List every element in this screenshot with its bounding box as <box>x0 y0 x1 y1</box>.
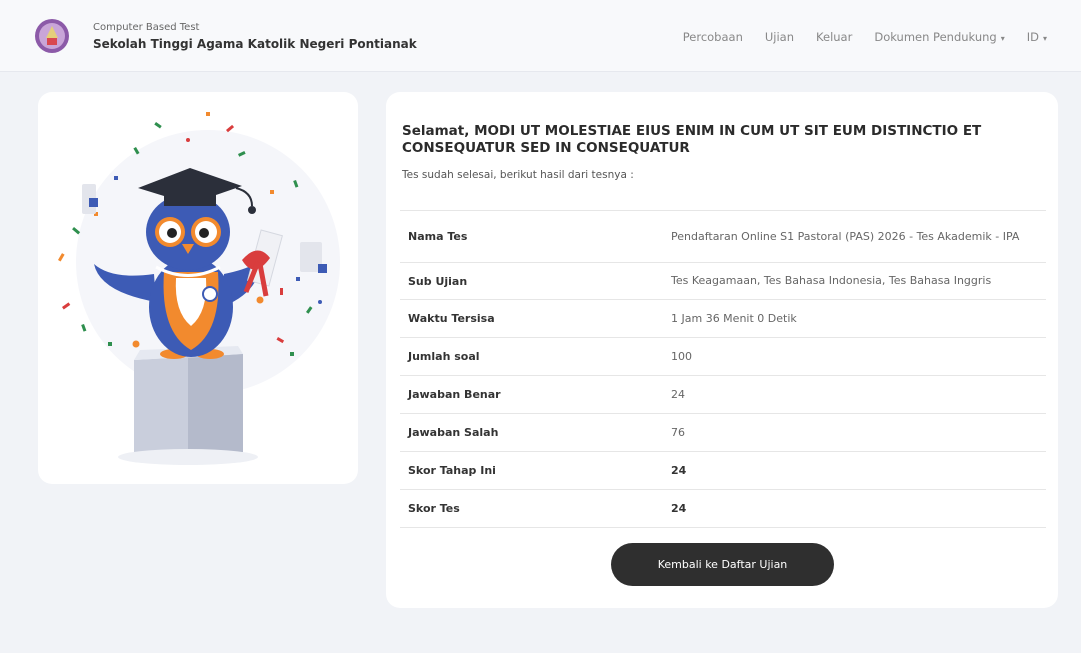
nav-item-language[interactable]: ID ▾ <box>1027 30 1047 44</box>
row-value: Pendaftaran Online S1 Pastoral (PAS) 202… <box>663 210 1046 263</box>
chevron-down-icon: ▾ <box>1042 34 1047 43</box>
nav-item-language-label: ID <box>1026 30 1039 44</box>
row-value: 24 <box>663 375 1046 414</box>
back-to-exam-list-button[interactable]: Kembali ke Daftar Ujian <box>611 543 834 586</box>
table-row: Jawaban Salah 76 <box>400 413 1046 452</box>
row-label: Jawaban Salah <box>400 413 663 452</box>
row-label: Nama Tes <box>400 210 663 263</box>
nav-item-keluar[interactable]: Keluar <box>816 30 852 44</box>
table-row: Jumlah soal 100 <box>400 337 1046 376</box>
row-value: 100 <box>663 337 1046 376</box>
table-row: Waktu Tersisa 1 Jam 36 Menit 0 Detik <box>400 299 1046 338</box>
table-row: Sub Ujian Tes Keagamaan, Tes Bahasa Indo… <box>400 262 1046 300</box>
result-table: Nama Tes Pendaftaran Online S1 Pastoral … <box>400 210 1046 528</box>
row-value: Tes Keagamaan, Tes Bahasa Indonesia, Tes… <box>663 262 1046 300</box>
row-label: Skor Tes <box>400 489 663 528</box>
table-row: Jawaban Benar 24 <box>400 375 1046 414</box>
nav-menu: Percobaan Ujian Keluar Dokumen Pendukung… <box>683 30 1047 44</box>
row-value: 1 Jam 36 Menit 0 Detik <box>663 299 1046 338</box>
nav-item-dokumen-label: Dokumen Pendukung <box>874 30 997 44</box>
chevron-down-icon: ▾ <box>1000 34 1005 43</box>
table-row: Skor Tes 24 <box>400 489 1046 528</box>
row-label: Skor Tahap Ini <box>400 451 663 490</box>
table-row: Skor Tahap Ini 24 <box>400 451 1046 490</box>
row-label: Waktu Tersisa <box>400 299 663 338</box>
row-value: 24 <box>663 451 1046 490</box>
row-label: Sub Ujian <box>400 262 663 300</box>
result-subtitle: Tes sudah selesai, berikut hasil dari te… <box>402 169 634 181</box>
row-value: 76 <box>663 413 1046 452</box>
graduation-owl-illustration-icon <box>58 112 340 465</box>
nav-item-dokumen-pendukung[interactable]: Dokumen Pendukung ▾ <box>874 30 1004 44</box>
row-label: Jumlah soal <box>400 337 663 376</box>
nav-item-percobaan[interactable]: Percobaan <box>683 30 743 44</box>
congratulations-heading: Selamat, MODI UT MOLESTIAE EIUS ENIM IN … <box>402 123 982 156</box>
brand-subtitle: Computer Based Test <box>93 22 200 33</box>
brand-title[interactable]: Sekolah Tinggi Agama Katolik Negeri Pont… <box>93 37 417 51</box>
illustration-card <box>38 92 358 484</box>
college-logo-icon[interactable] <box>34 18 70 54</box>
row-value: 24 <box>663 489 1046 528</box>
top-navbar: Computer Based Test Sekolah Tinggi Agama… <box>0 0 1081 72</box>
nav-item-ujian[interactable]: Ujian <box>765 30 794 44</box>
table-row: Nama Tes Pendaftaran Online S1 Pastoral … <box>400 210 1046 263</box>
test-result-card: Selamat, MODI UT MOLESTIAE EIUS ENIM IN … <box>386 92 1058 608</box>
row-label: Jawaban Benar <box>400 375 663 414</box>
